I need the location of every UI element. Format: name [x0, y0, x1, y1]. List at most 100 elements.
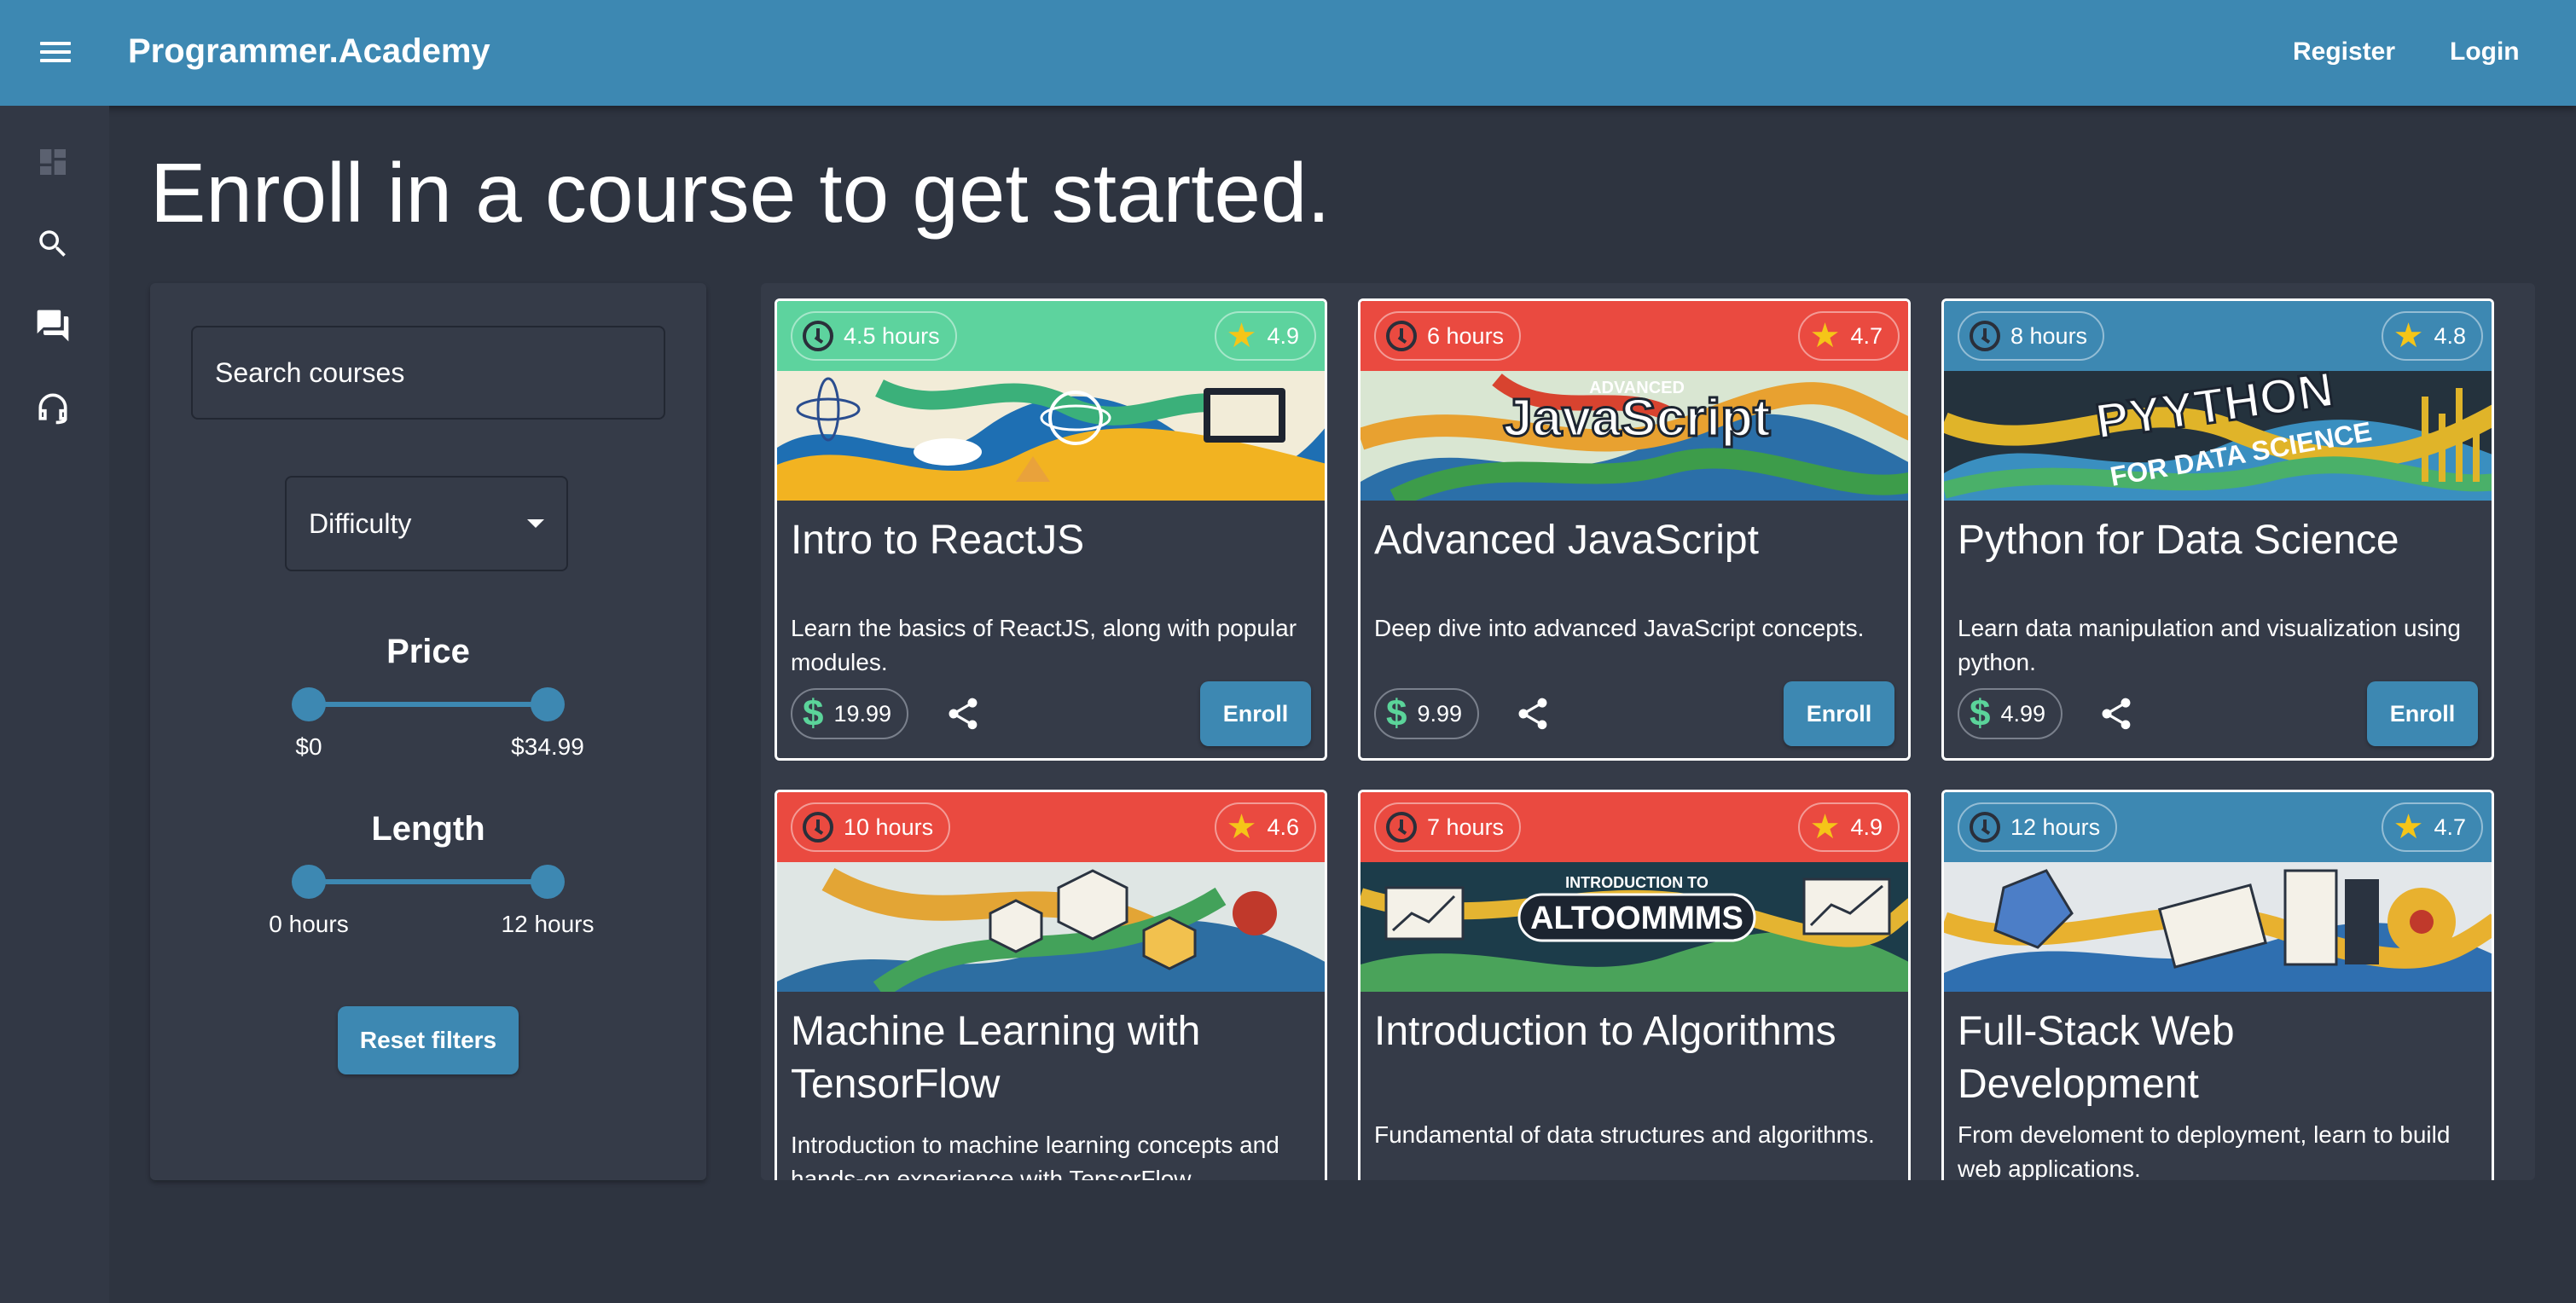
rating-badge: ★ 4.8	[2381, 311, 2483, 361]
price-range-slider[interactable]	[292, 687, 565, 721]
clock-icon	[1970, 321, 2000, 351]
dashboard-icon[interactable]	[32, 142, 73, 182]
reset-filters-button[interactable]: Reset filters	[338, 1006, 519, 1074]
course-card-python-ds[interactable]: 8 hours ★ 4.8 PYYTHON FOR DATA SCIENCE P…	[1941, 298, 2494, 761]
star-icon: ★	[1809, 808, 1841, 846]
image-caption: ALTOOMMMS	[1530, 901, 1743, 936]
card-header: 6 hours ★ 4.7	[1361, 301, 1908, 371]
share-icon[interactable]	[1514, 695, 1552, 733]
search-icon[interactable]	[32, 223, 73, 264]
course-description: Learn the basics of ReactJS, along with …	[791, 615, 1297, 675]
enroll-button[interactable]: Enroll	[1784, 681, 1894, 746]
length-min-label: 0 hours	[269, 911, 349, 937]
course-description: Introduction to machine learning concept…	[791, 1132, 1279, 1180]
card-header: 7 hours ★ 4.9	[1361, 792, 1908, 862]
duration-badge: 4.5 hours	[791, 311, 957, 361]
login-link[interactable]: Login	[2450, 38, 2520, 67]
rating-text: 4.7	[1850, 322, 1883, 349]
price-badge: $ 19.99	[791, 688, 909, 739]
length-max-label: 12 hours	[501, 911, 595, 937]
duration-badge: 7 hours	[1374, 802, 1522, 852]
course-card-react[interactable]: 4.5 hours ★ 4.9 Intro to ReactJS Learn t…	[775, 298, 1327, 761]
duration-text: 8 hours	[2010, 322, 2088, 349]
price-min-label: $0	[295, 733, 322, 760]
price-filter-title: Price	[386, 633, 470, 670]
course-card-tensorflow[interactable]: 10 hours ★ 4.6 Machine Learning with Ten…	[775, 790, 1327, 1180]
course-image	[777, 862, 1325, 992]
course-image: INTRODUCTION TO ALTOOMMMS	[1361, 862, 1908, 992]
course-title: Full-Stack Web Development	[1958, 1009, 2235, 1107]
difficulty-select[interactable]: Difficulty	[285, 476, 568, 571]
course-title: Machine Learning with TensorFlow	[791, 1009, 1201, 1107]
card-header: 12 hours ★ 4.7	[1944, 792, 2492, 862]
duration-text: 12 hours	[2010, 814, 2101, 840]
card-header: 10 hours ★ 4.6	[777, 792, 1325, 862]
length-max-thumb[interactable]	[531, 865, 565, 899]
course-image	[1944, 862, 2492, 992]
duration-text: 6 hours	[1427, 322, 1505, 349]
enroll-button[interactable]: Enroll	[2367, 681, 2478, 746]
course-description: From develoment to deployment, learn to …	[1958, 1121, 2451, 1180]
star-icon: ★	[2393, 808, 2424, 846]
share-icon[interactable]	[944, 695, 982, 733]
app-bar: Programmer.Academy Register Login	[0, 0, 2576, 106]
dollar-icon: $	[1386, 692, 1407, 734]
length-min-thumb[interactable]	[292, 865, 326, 899]
rating-text: 4.8	[2434, 322, 2466, 349]
course-image: ADVANCED JavaScript	[1361, 371, 1908, 501]
clock-icon	[1386, 321, 1417, 351]
price-text: 19.99	[833, 700, 892, 727]
dollar-icon: $	[1970, 692, 1991, 734]
course-card-algorithms[interactable]: 7 hours ★ 4.9 INTRODUCTION TO ALTOOMMMS …	[1358, 790, 1911, 1180]
dollar-icon: $	[803, 692, 824, 734]
chevron-down-icon	[527, 519, 544, 528]
star-icon: ★	[1809, 317, 1841, 355]
difficulty-select-label: Difficulty	[309, 507, 412, 539]
rating-badge: ★ 4.9	[1214, 311, 1316, 361]
card-header: 8 hours ★ 4.8	[1944, 301, 2492, 371]
course-image	[777, 371, 1325, 501]
course-title: Introduction to Algorithms	[1374, 1009, 1836, 1054]
star-icon: ★	[1226, 317, 1257, 355]
register-link[interactable]: Register	[2293, 38, 2395, 67]
duration-text: 4.5 hours	[844, 322, 940, 349]
course-description: Deep dive into advanced JavaScript conce…	[1374, 615, 1865, 641]
course-title: Intro to ReactJS	[791, 518, 1085, 563]
course-card-advanced-js[interactable]: 6 hours ★ 4.7 ADVANCED JavaScript Advanc…	[1358, 298, 1911, 761]
course-card-fullstack[interactable]: 12 hours ★ 4.7 Full-Stack Web Developmen…	[1941, 790, 2494, 1180]
price-text: 4.99	[2000, 700, 2046, 727]
course-image: PYYTHON FOR DATA SCIENCE	[1944, 371, 2492, 501]
rating-text: 4.7	[2434, 814, 2466, 840]
rating-text: 4.9	[1850, 814, 1883, 840]
duration-text: 10 hours	[844, 814, 934, 840]
rating-badge: ★ 4.7	[2381, 802, 2483, 852]
search-input[interactable]	[191, 326, 665, 420]
duration-badge: 6 hours	[1374, 311, 1522, 361]
rating-badge: ★ 4.6	[1214, 802, 1316, 852]
course-grid: 4.5 hours ★ 4.9 Intro to ReactJS Learn t…	[761, 283, 2535, 1180]
share-icon[interactable]	[2097, 695, 2135, 733]
course-title: Advanced JavaScript	[1374, 518, 1759, 563]
duration-badge: 12 hours	[1958, 802, 2118, 852]
filter-panel: Difficulty Price $0 $34.99 Length 0 hour…	[150, 283, 706, 1180]
price-min-thumb[interactable]	[292, 687, 326, 721]
duration-badge: 8 hours	[1958, 311, 2105, 361]
image-caption-small: INTRODUCTION TO	[1565, 874, 1709, 891]
support-agent-icon[interactable]	[32, 387, 73, 428]
card-header: 4.5 hours ★ 4.9	[777, 301, 1325, 371]
side-rail	[0, 106, 109, 1303]
enroll-button[interactable]: Enroll	[1200, 681, 1311, 746]
menu-icon[interactable]	[38, 38, 73, 68]
star-icon: ★	[1226, 808, 1257, 846]
length-slider-track	[309, 879, 548, 884]
clock-icon	[803, 812, 833, 843]
length-range-slider[interactable]	[292, 865, 565, 899]
price-badge: $ 4.99	[1958, 688, 2063, 739]
brand-logo[interactable]: Programmer.Academy	[128, 32, 490, 71]
rating-badge: ★ 4.9	[1797, 802, 1900, 852]
price-max-thumb[interactable]	[531, 687, 565, 721]
forum-icon[interactable]	[32, 305, 73, 346]
rating-badge: ★ 4.7	[1797, 311, 1900, 361]
course-description: Learn data manipulation and visualizatio…	[1958, 615, 2461, 675]
course-title: Python for Data Science	[1958, 518, 2399, 563]
